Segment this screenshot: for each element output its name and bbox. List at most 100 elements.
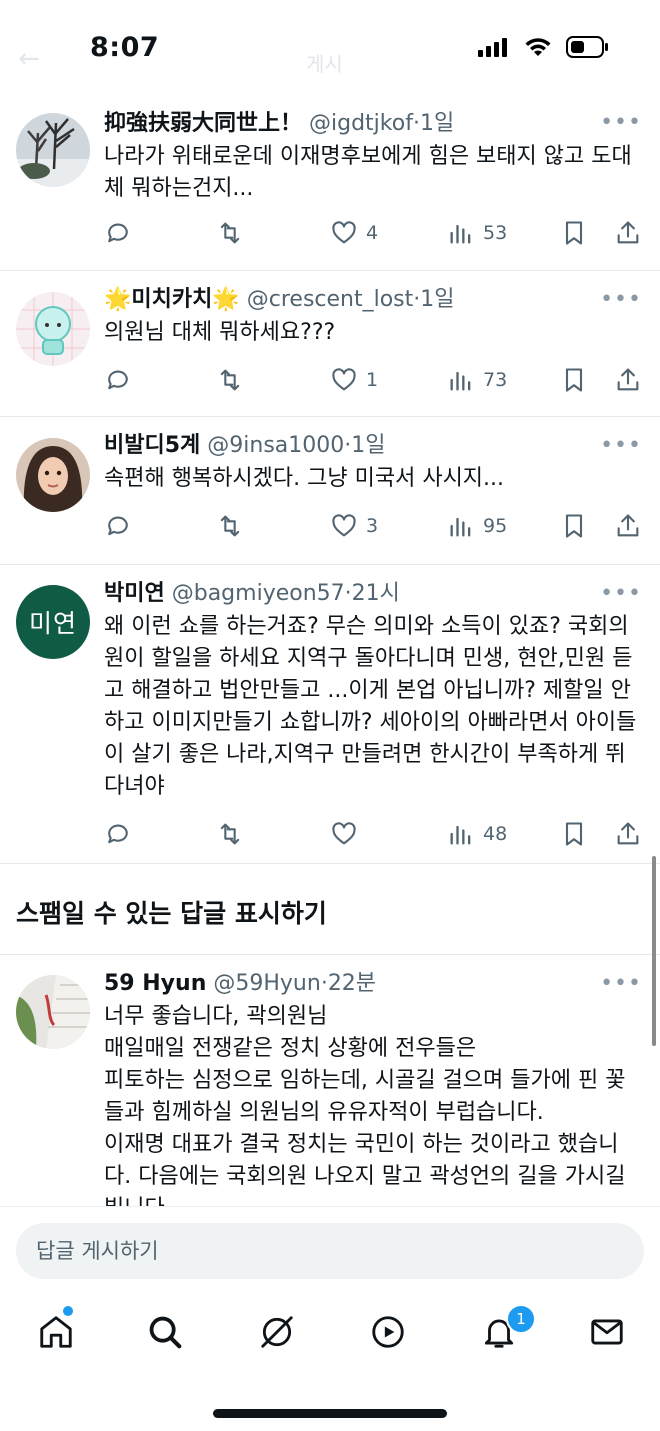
reply-handle[interactable]: @igdtjkof [309,111,413,136]
comment-icon [108,516,128,536]
reply-text: 나라가 위태로운데 이재명후보에게 힘은 보태지 않고 도대체 뭐하는건지... [104,144,632,201]
battery-icon [566,36,608,58]
tab-video[interactable] [366,1310,410,1354]
reply-item[interactable]: 미연 ••• 박미연 @bagmiyeon57·21시 왜 이런 쇼를 하는거죠… [0,565,660,864]
like-button[interactable]: 1 [330,363,378,397]
reply-time[interactable]: 1일 [351,433,385,458]
reply-button[interactable] [104,216,132,250]
like-button[interactable] [330,817,366,851]
bookmark-button[interactable] [560,363,588,397]
like-count: 4 [366,222,379,244]
reply-button[interactable] [104,363,132,397]
reply-handle[interactable]: @bagmiyeon57 [172,581,345,606]
reply-actions: 4 53 [104,216,644,250]
cellular-signal-icon [478,38,507,57]
status-bar: 8:07 ← 게시 [0,0,660,100]
tab-home[interactable] [34,1310,78,1354]
reply-author[interactable]: 비발디5계 [104,433,200,458]
grok-icon [261,1316,293,1348]
share-button[interactable] [614,363,642,397]
analytics-icon [450,825,471,845]
video-icon [372,1316,404,1348]
heart-icon [332,368,356,391]
repost-button[interactable] [216,509,244,543]
bookmark-icon [565,514,583,538]
reply-author[interactable]: 🌟미치카치🌟 [104,287,240,312]
views-button[interactable]: 48 [447,817,507,851]
comment-icon [108,370,128,390]
share-icon [617,514,639,537]
reply-time[interactable]: 1일 [420,111,454,136]
reply-input[interactable] [16,1223,644,1279]
tab-search[interactable] [143,1310,187,1354]
reply-button[interactable] [104,509,132,543]
status-time: 8:07 [90,32,160,63]
reply-handle[interactable]: @59Hyun [213,971,320,996]
meta-separator: · [344,581,352,606]
status-icons [478,36,610,58]
reply-handle[interactable]: @9insa1000 [207,433,344,458]
bookmark-icon [565,822,583,846]
reply-item[interactable]: ••• 抑強扶弱大同世上！ @igdtjkof·1일 나라가 위태로운데 이재명… [0,100,660,271]
reply-author[interactable]: 박미연 [104,581,165,606]
meta-separator: · [320,971,328,996]
repost-button[interactable] [216,817,244,851]
reply-composer [0,1206,660,1297]
show-spam-replies-button[interactable]: 스팸일 수 있는 답글 표시하기 [0,864,660,955]
back-arrow-icon[interactable]: ← [18,44,40,74]
reply-handle[interactable]: @crescent_lost [247,287,414,312]
avatar-initials: 미연 [28,609,77,638]
show-spam-replies-label: 스팸일 수 있는 답글 표시하기 [16,899,327,928]
analytics-icon [450,371,471,391]
bookmark-button[interactable] [560,509,588,543]
repost-button[interactable] [216,363,244,397]
bottom-tab-bar: 1 [0,1296,660,1376]
views-button[interactable]: 73 [447,363,507,397]
avatar[interactable] [16,438,90,512]
repost-button[interactable] [216,216,244,250]
wifi-icon [525,38,551,56]
avatar[interactable] [16,292,90,366]
share-button[interactable] [614,216,642,250]
reply-actions: 48 [104,817,644,851]
search-icon [149,1316,182,1349]
tab-grok[interactable] [255,1310,299,1354]
comment-icon [108,824,128,844]
bookmark-icon [565,221,583,245]
bookmark-button[interactable] [560,817,588,851]
reply-time[interactable]: 1일 [420,287,454,312]
avatar[interactable] [16,975,90,1049]
avatar[interactable]: 미연 [16,585,90,659]
reply-feed[interactable]: ••• 抑強扶弱大同世上！ @igdtjkof·1일 나라가 위태로운데 이재명… [0,100,660,1206]
share-icon [617,822,639,845]
reply-time[interactable]: 22분 [328,971,376,996]
reply-item[interactable]: ••• 비발디5계 @9insa1000·1일 속편해 행복하시겠다. 그냥 미… [0,417,660,565]
scrollbar[interactable] [652,856,656,1046]
views-button[interactable]: 53 [447,216,507,250]
share-icon [617,368,639,391]
reply-item[interactable]: ••• 🌟미치카치🌟 @crescent_lost·1일 의원님 대체 뭐하세요… [0,271,660,417]
mail-icon [591,1319,623,1345]
reply-button[interactable] [104,817,132,851]
share-button[interactable] [614,817,642,851]
reply-author[interactable]: 抑強扶弱大同世上！ [104,111,302,136]
notification-badge: 1 [506,1304,536,1334]
share-button[interactable] [614,509,642,543]
reply-author[interactable]: 59 Hyun [104,971,206,996]
home-icon [40,1316,72,1348]
bookmark-icon [565,368,583,392]
reply-time[interactable]: 21시 [352,581,400,606]
like-button[interactable]: 3 [330,509,378,543]
heart-icon [332,221,356,244]
repost-icon [220,823,240,845]
reply-item[interactable]: ••• 59 Hyun @59Hyun·22분 너무 좋습니다, 곽의원님 매일… [0,955,660,1206]
like-button[interactable]: 4 [330,216,378,250]
reply-actions: 3 95 [104,509,644,543]
bookmark-button[interactable] [560,216,588,250]
avatar[interactable] [16,113,90,187]
page-title: 게시 [306,52,343,76]
reply-text: 왜 이런 쇼를 하는거죠? 무슨 의미와 소득이 있죠? 국회의원이 할일을 하… [104,614,637,799]
views-button[interactable]: 95 [447,509,507,543]
share-icon [617,221,639,244]
tab-messages[interactable] [585,1310,629,1354]
